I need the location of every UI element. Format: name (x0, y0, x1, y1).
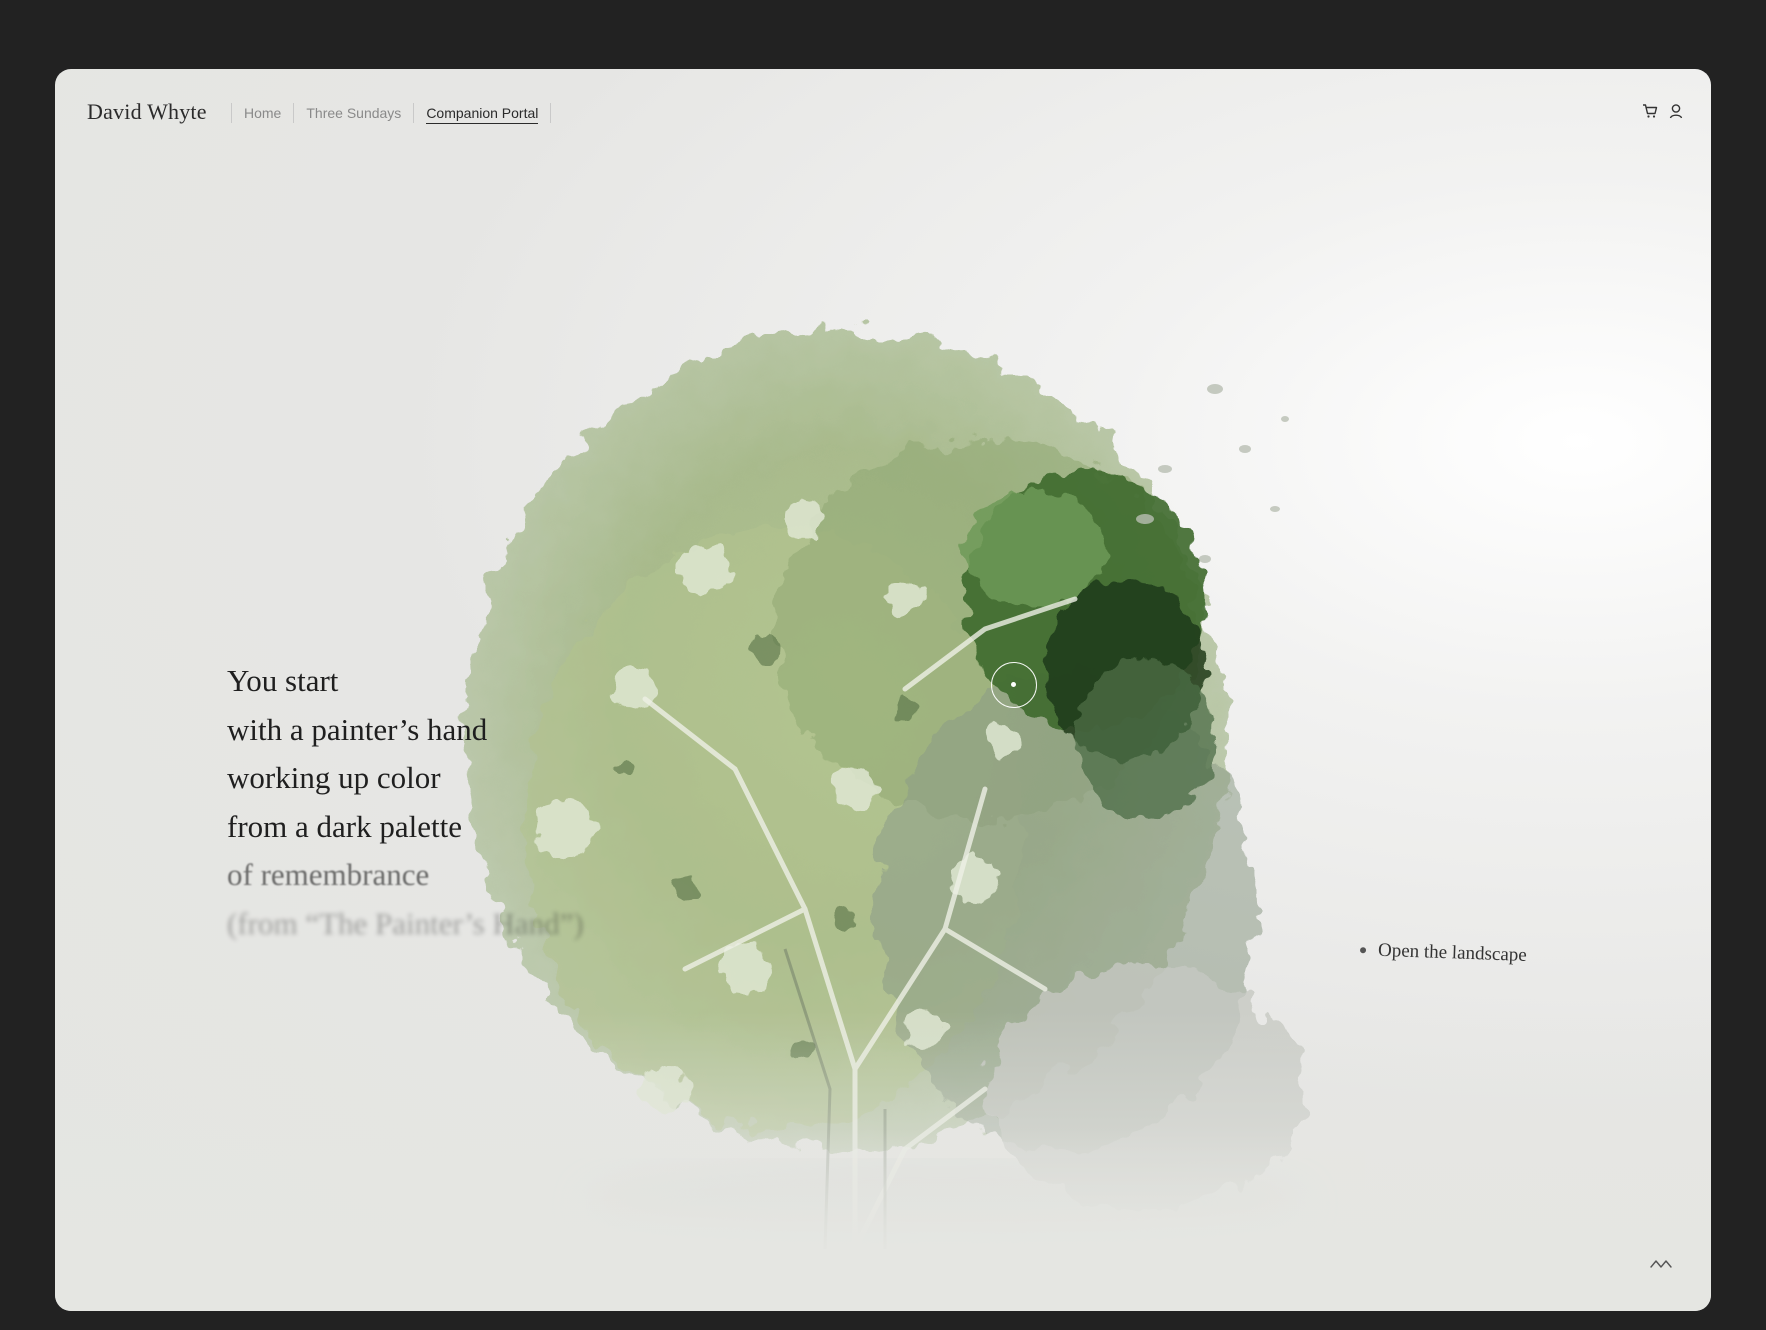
open-landscape-label: Open the landscape (1377, 939, 1528, 966)
primary-nav: Home Three Sundays Companion Portal (231, 102, 552, 124)
poem-source: (from “The Painter’s Hand”) (227, 905, 584, 941)
poem-line: from a dark palette (227, 808, 462, 844)
user-icon[interactable] (1667, 102, 1685, 120)
cart-icon[interactable] (1641, 102, 1659, 120)
squiggle-icon[interactable] (1649, 1257, 1675, 1271)
header-actions (1641, 102, 1685, 120)
open-landscape-link[interactable]: Open the landscape (1359, 939, 1528, 967)
brand-logo[interactable]: David Whyte (87, 99, 207, 125)
app-window: David Whyte Home Three Sundays Companion… (55, 69, 1711, 1311)
bullet-dot-icon (1359, 947, 1367, 954)
poem-line: with a painter’s hand (227, 711, 488, 747)
nav-three-sundays[interactable]: Three Sundays (294, 103, 413, 123)
poem-line: working up color (227, 760, 441, 795)
poem-line: You start (227, 663, 339, 698)
poem-line: of remembrance (227, 857, 430, 892)
nav-home[interactable]: Home (232, 103, 293, 123)
poem-excerpt: You start with a painter’s hand working … (227, 657, 584, 948)
cursor-ring-icon (991, 662, 1037, 708)
nav-companion-portal[interactable]: Companion Portal (414, 103, 550, 124)
nav-divider (550, 103, 552, 123)
